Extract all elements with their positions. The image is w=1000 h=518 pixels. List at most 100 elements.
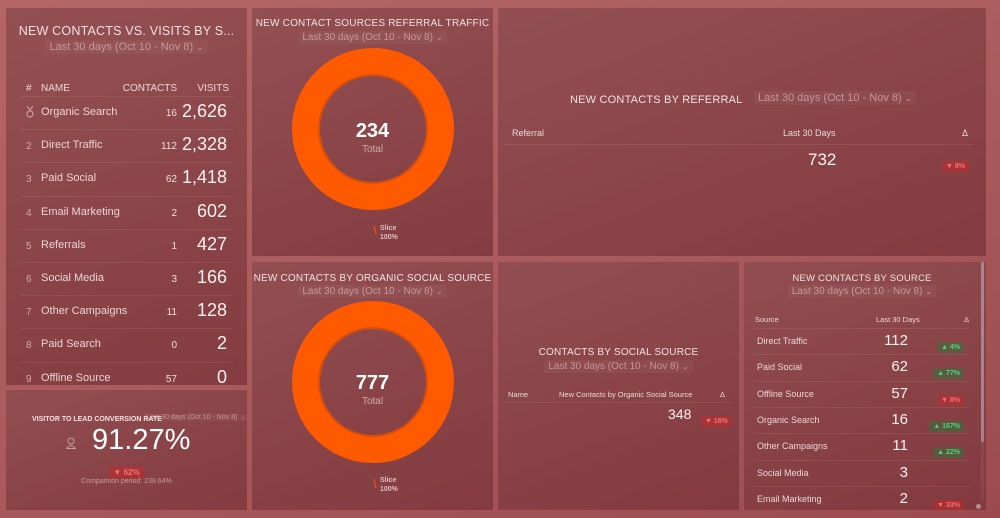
row-name: Other Campaigns (41, 305, 128, 318)
conversion-rate-widget: VISITOR TO LEAD CONVERSION RATE Last 30 … (6, 390, 247, 510)
slice-label: Slice (380, 477, 397, 484)
table-row[interactable]: 7 Other Campaigns 11 128 (20, 295, 233, 328)
row-name: Organic Search (41, 106, 118, 118)
row-visits: 427 (196, 233, 227, 254)
delta-badge: ▼ 33% (933, 499, 964, 510)
table-row[interactable]: Organic Search 16 2,626 (20, 96, 233, 129)
row-rank: 8 (26, 340, 32, 352)
row-contacts: 11 (166, 307, 177, 319)
row-rank: 7 (26, 307, 32, 319)
table-row[interactable]: Paid Social 62 ▲ 77% (754, 354, 970, 380)
row-contacts: 2 (171, 207, 177, 219)
date-range-selector[interactable]: Last 30 days (Oct 10 - Nov 8) ⌄ (754, 91, 917, 105)
table-row[interactable]: 8 Paid Search 0 2 (20, 328, 233, 361)
row-contacts: 62 (165, 174, 177, 186)
table-row[interactable]: Direct Traffic 112 ▲ 4% (754, 328, 970, 354)
scrollbar[interactable] (981, 262, 984, 500)
row-source: Offline Source (757, 388, 814, 399)
row-contacts: 0 (171, 340, 177, 352)
row-value: 62 (891, 358, 908, 376)
table-row[interactable]: Organic Search 16 ▲ 167% (754, 406, 970, 433)
chevron-down-icon: ⌄ (196, 42, 204, 52)
chevron-down-icon: ⌄ (681, 362, 689, 371)
medal-icon (26, 105, 34, 121)
widget-title: NEW CONTACTS VS. VISITS BY S... (18, 24, 235, 38)
date-range-selector[interactable]: Last 30 days (Oct 10 - Nov 8) ⌄ (144, 414, 247, 421)
date-range-selector[interactable]: Last 30 days (Oct 10 - Nov 8) ⌄ (787, 285, 937, 298)
row-name: Email Marketing (41, 205, 120, 218)
date-range-selector[interactable]: Last 30 days (Oct 10 - Nov 8) ⌄ (544, 360, 693, 373)
table-row[interactable]: 2 Direct Traffic 112 2,328 (20, 129, 233, 162)
delta-badge: ▼ 16% (701, 416, 732, 427)
row-value: 11 (892, 437, 908, 455)
row-name: Offline Source (41, 371, 111, 384)
row-rank: 4 (26, 207, 32, 219)
table-row[interactable]: 9 Offline Source 57 0 (20, 361, 233, 385)
row-visits: 1,418 (181, 167, 227, 188)
col-visits: VISITS (197, 83, 229, 94)
table-row[interactable]: Email Marketing 2 ▼ 33% (754, 485, 970, 510)
row-name: Paid Search (41, 338, 101, 351)
date-range-label: Last 30 days (Oct 10 - Nov 8) (146, 414, 238, 421)
comparison-text: Comparison period: 238.64% (81, 478, 172, 485)
col-name: NAME (41, 83, 70, 94)
widget-title: NEW CONTACTS BY SOURCE (792, 273, 932, 284)
social-value: 348 (668, 406, 692, 422)
col-source: Source (755, 315, 779, 324)
slice-leader-line (373, 478, 377, 489)
date-range-label: Last 30 days (Oct 10 - Nov 8) (758, 92, 902, 104)
col-name: Name (508, 390, 529, 399)
resize-handle-icon[interactable] (976, 504, 981, 509)
col-delta: Δ (720, 390, 726, 399)
slice-leader-line (373, 225, 377, 235)
contacts-vs-visits-widget: NEW CONTACTS VS. VISITS BY S... Last 30 … (6, 8, 247, 385)
col-delta: Δ (962, 128, 969, 138)
row-name: Direct Traffic (41, 139, 103, 152)
scrollbar-thumb[interactable] (981, 262, 984, 442)
row-visits: 128 (196, 300, 227, 321)
row-rank: 9 (26, 373, 32, 385)
row-source: Paid Social (757, 362, 803, 373)
divider (504, 402, 732, 403)
row-value: 112 (884, 332, 908, 349)
delta-badge: ▲ 77% (933, 368, 964, 380)
row-contacts: 3 (171, 274, 177, 285)
date-range-label: Last 30 days (Oct 10 - Nov 8) (548, 361, 679, 372)
row-rank: 5 (26, 240, 32, 252)
row-visits: 2,328 (181, 134, 227, 155)
row-value: 16 (891, 410, 908, 428)
donut-total: 234 (355, 120, 390, 142)
slice-percent: 100% (380, 486, 398, 493)
table-row[interactable]: 5 Referrals 1 427 (20, 228, 233, 262)
col-last-30-days: Last 30 Days (783, 128, 836, 138)
delta-badge: ▲ 22% (933, 447, 964, 459)
col-rank: # (26, 83, 32, 94)
table-row[interactable]: Social Media 3 (754, 459, 970, 486)
row-value: 3 (899, 463, 908, 481)
row-contacts: 16 (165, 108, 177, 119)
widget-title: VISITOR TO LEAD CONVERSION RATE (32, 416, 162, 423)
row-visits: 602 (196, 200, 227, 221)
col-last-30-days: Last 30 Days (876, 315, 920, 324)
chevron-down-icon: ⌄ (904, 93, 913, 103)
col-new-contacts: New Contacts by Organic Social Source (559, 390, 693, 399)
row-source: Direct Traffic (757, 336, 808, 346)
table-row[interactable]: 4 Email Marketing 2 602 (20, 195, 233, 229)
table-row[interactable]: Offline Source 57 ▼ 8% (754, 380, 970, 407)
row-visits: 2,626 (181, 101, 227, 121)
chevron-down-icon: ⌄ (925, 287, 933, 296)
row-value: 2 (899, 489, 908, 507)
delta-badge: ▲ 4% (937, 342, 964, 353)
col-referral: Referral (512, 128, 545, 138)
divider (504, 144, 974, 145)
slice-label: Slice (380, 225, 397, 232)
conversion-value: 91.27% (92, 424, 191, 456)
col-delta: Δ (964, 315, 970, 324)
date-range-selector[interactable]: Last 30 days (Oct 10 - Nov 8) ⌄ (45, 40, 208, 54)
widget-title: CONTACTS BY SOCIAL SOURCE (538, 347, 699, 358)
table-row[interactable]: Other Campaigns 11 ▲ 22% (754, 433, 970, 459)
table-row[interactable]: 6 Social Media 3 166 (20, 262, 233, 295)
table-row[interactable]: 3 Paid Social 62 1,418 (20, 162, 233, 195)
row-source: Email Marketing (757, 493, 822, 504)
row-rank: 2 (26, 141, 32, 153)
